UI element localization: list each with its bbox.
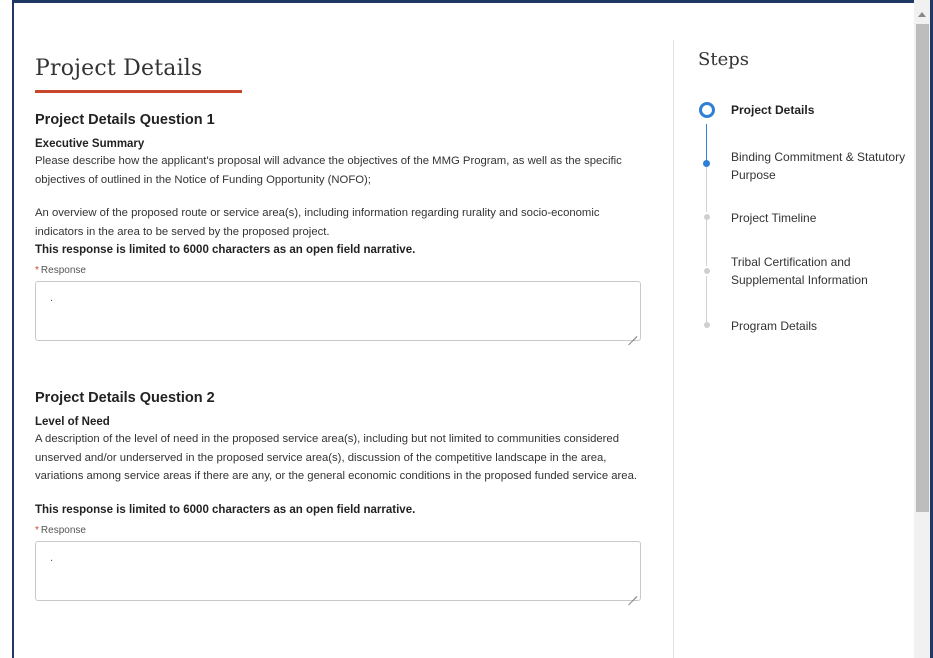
- response-value: .: [50, 551, 54, 564]
- required-asterisk: *: [35, 265, 39, 276]
- resize-handle-icon[interactable]: [628, 328, 637, 337]
- step-label: Binding Commitment & Statutory Purpose: [731, 150, 906, 182]
- panel-divider: [673, 40, 674, 658]
- response-label-text: Response: [40, 524, 86, 536]
- step-pending-icon: [704, 268, 710, 274]
- required-asterisk: *: [35, 524, 39, 536]
- response-label: * Response: [35, 525, 641, 536]
- step-connector: [706, 220, 707, 266]
- character-limit-note: This response is limited to 6000 charact…: [35, 244, 416, 256]
- question-1: Project Details Question 1 Executive Sum…: [35, 112, 641, 341]
- step-label: Program Details: [731, 319, 818, 333]
- question-description-2: An overview of the proposed route or ser…: [35, 207, 600, 238]
- response-label-text: Response: [40, 265, 86, 276]
- step-complete-icon: [703, 160, 710, 167]
- step-connector: [706, 167, 707, 212]
- scrollbar-thumb[interactable]: [916, 24, 929, 512]
- step-connector-active: [706, 124, 707, 162]
- step-connector: [706, 276, 707, 324]
- response-label: * Response: [35, 265, 641, 276]
- response-textarea[interactable]: .: [35, 281, 641, 341]
- question-heading: Project Details Question 1: [35, 112, 215, 128]
- step-label: Project Timeline: [731, 211, 817, 225]
- question-subheading: Executive Summary: [35, 138, 145, 150]
- scroll-up-arrow-icon[interactable]: [918, 12, 926, 17]
- character-limit-note: This response is limited to 6000 charact…: [35, 503, 416, 516]
- steps-title: Steps: [698, 49, 749, 70]
- page-title-underline: [35, 90, 242, 93]
- response-textarea[interactable]: .: [35, 540, 641, 601]
- step-label: Project Details: [731, 103, 815, 117]
- question-description: A description of the level of need in th…: [35, 433, 638, 482]
- response-value: .: [50, 292, 54, 304]
- question-subheading: Level of Need: [35, 416, 110, 428]
- vertical-scrollbar[interactable]: [914, 0, 930, 658]
- question-description: Please describe how the applicant's prop…: [35, 155, 622, 186]
- question-2: Project Details Question 2 Level of Need…: [35, 390, 641, 601]
- resize-handle-icon[interactable]: [628, 588, 637, 597]
- window-left-border: [12, 0, 14, 658]
- step-pending-icon: [704, 322, 710, 328]
- step-label: Tribal Certification and Supplemental In…: [731, 255, 868, 287]
- step-current-icon: [699, 102, 715, 118]
- step-pending-icon: [704, 214, 710, 220]
- application-window: Project Details Project Details Question…: [0, 0, 933, 658]
- main-content: Project Details Project Details Question…: [35, 0, 645, 658]
- question-heading: Project Details Question 2: [35, 390, 215, 406]
- page-title: Project Details: [35, 56, 203, 81]
